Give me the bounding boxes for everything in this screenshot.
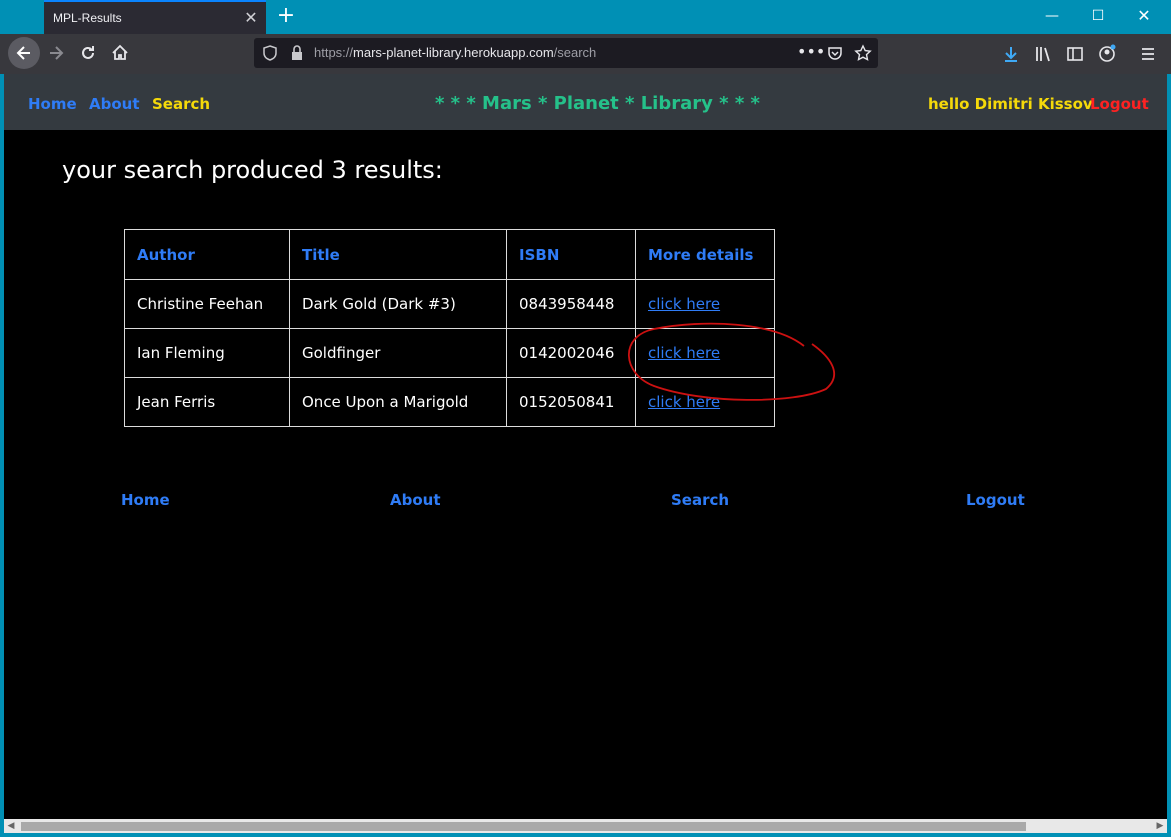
minimize-icon[interactable]: —: [1037, 5, 1067, 27]
table-row: Christine Feehan Dark Gold (Dark #3) 084…: [124, 279, 775, 329]
home-button[interactable]: [104, 37, 136, 69]
close-window-icon[interactable]: ✕: [1129, 5, 1159, 27]
scrollbar-thumb[interactable]: [21, 822, 1026, 831]
table-row: Ian Fleming Goldfinger 0142002046 click …: [124, 328, 775, 378]
page-viewport: Home About Search * * * Mars * Planet * …: [4, 74, 1167, 819]
footer-home-link[interactable]: Home: [121, 491, 170, 509]
lock-icon[interactable]: [288, 44, 306, 62]
menu-icon[interactable]: [1138, 44, 1158, 64]
footer-about-link[interactable]: About: [390, 491, 441, 509]
cell-author: Christine Feehan: [124, 279, 290, 329]
cell-title: Dark Gold (Dark #3): [289, 279, 507, 329]
url-text[interactable]: https://mars-planet-library.herokuapp.co…: [314, 45, 596, 60]
back-button[interactable]: [8, 37, 40, 69]
site-header: Home About Search * * * Mars * Planet * …: [4, 74, 1167, 130]
account-icon[interactable]: [1097, 44, 1117, 64]
details-link[interactable]: click here: [648, 393, 720, 411]
site-brand: * * * Mars * Planet * Library * * *: [435, 93, 760, 114]
horizontal-scrollbar[interactable]: ◀ ▶: [4, 819, 1167, 833]
scroll-left-icon[interactable]: ◀: [4, 819, 18, 833]
cell-title: Once Upon a Marigold: [289, 377, 507, 427]
shield-icon[interactable]: [261, 44, 279, 62]
sidebar-icon[interactable]: [1065, 44, 1085, 64]
window-border-right: [1167, 74, 1171, 837]
column-header-more-details: More details: [635, 229, 775, 280]
maximize-icon[interactable]: ☐: [1083, 5, 1113, 27]
bookmark-star-icon[interactable]: [854, 44, 872, 62]
reload-button[interactable]: [72, 37, 104, 69]
results-table: Author Title ISBN More details Christine…: [124, 229, 775, 427]
table-row: Jean Ferris Once Upon a Marigold 0152050…: [124, 377, 775, 427]
logout-link[interactable]: Logout: [1090, 95, 1149, 113]
user-greeting: hello Dimitri Kissov: [928, 95, 1093, 113]
more-actions-icon[interactable]: •••: [797, 42, 825, 61]
cell-title: Goldfinger: [289, 328, 507, 378]
footer-search-link[interactable]: Search: [671, 491, 729, 509]
footer-logout-link[interactable]: Logout: [966, 491, 1025, 509]
column-header-author: Author: [124, 229, 290, 280]
title-bar: MPL-Results ✕ + — ☐ ✕: [0, 0, 1171, 34]
details-link[interactable]: click here: [648, 344, 720, 362]
cell-more-details: click here: [635, 279, 775, 329]
cell-more-details: click here: [635, 328, 775, 378]
home-icon: [112, 44, 128, 60]
cell-more-details: click here: [635, 377, 775, 427]
cell-author: Ian Fleming: [124, 328, 290, 378]
forward-arrow-icon: [50, 46, 64, 60]
library-icon[interactable]: [1033, 44, 1053, 64]
tab-title: MPL-Results: [53, 11, 122, 25]
cell-isbn: 0152050841: [506, 377, 636, 427]
back-arrow-icon: [16, 46, 30, 60]
annotation-circle: [628, 322, 836, 401]
cell-isbn: 0843958448: [506, 279, 636, 329]
forward-button[interactable]: [40, 37, 72, 69]
table-header-row: Author Title ISBN More details: [124, 229, 775, 280]
new-tab-icon[interactable]: +: [276, 5, 296, 27]
details-link[interactable]: click here: [648, 295, 720, 313]
browser-toolbar: https://mars-planet-library.herokuapp.co…: [0, 34, 1171, 74]
address-bar[interactable]: https://mars-planet-library.herokuapp.co…: [254, 38, 878, 68]
window-border-bottom: [0, 833, 1171, 837]
cell-author: Jean Ferris: [124, 377, 290, 427]
column-header-isbn: ISBN: [506, 229, 636, 280]
nav-home-link[interactable]: Home: [28, 95, 77, 113]
close-tab-icon[interactable]: ✕: [242, 9, 260, 27]
download-icon[interactable]: [1001, 44, 1021, 64]
reload-icon: [82, 46, 94, 59]
nav-search-link[interactable]: Search: [152, 95, 210, 113]
column-header-title: Title: [289, 229, 507, 280]
pocket-icon[interactable]: [826, 44, 844, 62]
browser-tab[interactable]: MPL-Results ✕: [44, 0, 266, 34]
cell-isbn: 0142002046: [506, 328, 636, 378]
scroll-right-icon[interactable]: ▶: [1153, 819, 1167, 833]
nav-about-link[interactable]: About: [89, 95, 140, 113]
results-heading: your search produced 3 results:: [62, 156, 443, 184]
